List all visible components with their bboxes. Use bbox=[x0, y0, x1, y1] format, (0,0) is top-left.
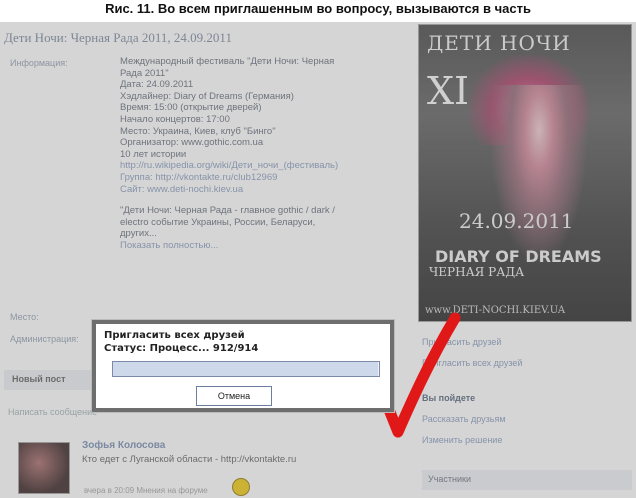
admins-label: Администрация: bbox=[10, 334, 79, 344]
wall-tab-bar: Новый пост bbox=[4, 370, 94, 390]
quote-line: electro событие Украины, России, Беларус… bbox=[120, 216, 316, 228]
place-label: Место: bbox=[10, 312, 39, 322]
dialog-title: Пригласить всех друзей bbox=[104, 330, 245, 341]
poster-number: XI bbox=[427, 69, 470, 113]
description-line: Дата: 24.09.2011 bbox=[120, 79, 194, 91]
post-meta: вчера в 20:09 Мнения на форуме bbox=[84, 486, 208, 495]
description-line: Место: Украина, Киев, клуб "Бинго" bbox=[120, 125, 276, 137]
side-actions: Пригласить друзей Пригласить всех друзей… bbox=[422, 332, 632, 451]
poster-subtitle: ЧЕРНАЯ РАДА bbox=[429, 265, 525, 279]
smiley-icon bbox=[232, 478, 250, 496]
members-box[interactable]: Участники bbox=[422, 470, 632, 490]
description-line: Рада 2011" bbox=[120, 67, 169, 79]
invite-all-link[interactable]: Пригласить всех друзей bbox=[422, 353, 632, 374]
site-link[interactable]: Сайт: www.deti-nochi.kiev.ua bbox=[120, 184, 400, 196]
tell-friends-link[interactable]: Рассказать друзьям bbox=[422, 409, 632, 430]
quote-line: других... bbox=[120, 228, 157, 240]
dialog-status: Статус: Процесс... 912/914 bbox=[104, 343, 259, 354]
poster-title: ДЕТИ НОЧИ bbox=[427, 31, 571, 55]
wall-post: Зофья Колосова Кто едет с Луганской обла… bbox=[0, 432, 410, 498]
event-description: Международный фестиваль "Дети Ночи: Черн… bbox=[120, 56, 400, 252]
wall-tab[interactable]: Новый пост bbox=[12, 374, 65, 384]
page-caption: Rис. 11. Во всем приглашенным во вопросу… bbox=[0, 0, 636, 22]
post-author[interactable]: Зофья Колосова bbox=[82, 440, 165, 451]
invite-friends-link[interactable]: Пригласить друзей bbox=[422, 332, 632, 353]
cancel-button[interactable]: Отмена bbox=[196, 386, 272, 406]
group-link[interactable]: Группа: http://vkontakte.ru/club12969 bbox=[120, 172, 400, 184]
description-line: Время: 15:00 (открытие дверей) bbox=[120, 102, 262, 114]
poster-figure bbox=[489, 85, 589, 265]
event-poster[interactable]: ДЕТИ НОЧИ XI 24.09.2011 DIARY OF DREAMS … bbox=[418, 24, 632, 322]
progress-fill bbox=[113, 362, 379, 376]
invite-all-dialog: Пригласить всех друзей Статус: Процесс..… bbox=[92, 320, 394, 412]
wiki-link[interactable]: http://ru.wikipedia.org/wiki/Дети_ночи_(… bbox=[120, 160, 400, 172]
wall-write-link[interactable]: Написать сообщение bbox=[8, 407, 97, 417]
avatar[interactable] bbox=[18, 442, 70, 494]
description-line: Организатор: www.gothic.com.ua bbox=[120, 137, 264, 149]
quote-line: "Дети Ночи: Черная Рада - главное gothic… bbox=[120, 205, 335, 217]
attendance-header: Вы пойдете bbox=[422, 393, 476, 403]
poster-date: 24.09.2011 bbox=[459, 209, 574, 233]
description-line: Международный фестиваль "Дети Ночи: Черн… bbox=[120, 56, 335, 67]
event-title: Дети Ночи: Черная Рада 2011, 24.09.2011 bbox=[4, 30, 232, 45]
post-message: Кто едет с Луганской области - http://vk… bbox=[82, 454, 297, 465]
description-line: 10 лет истории bbox=[120, 148, 187, 160]
event-page: Дети Ночи: Черная Рада 2011, 24.09.2011 … bbox=[0, 22, 636, 498]
show-more-link[interactable]: Показать полностью... bbox=[120, 240, 400, 252]
change-decision-link[interactable]: Изменить решение bbox=[422, 430, 632, 451]
poster-headliner: DIARY OF DREAMS bbox=[435, 247, 602, 266]
description-line: Начало концертов: 17:00 bbox=[120, 113, 230, 125]
description-line: Хэдлайнер: Diary of Dreams (Германия) bbox=[120, 90, 294, 102]
poster-url: www.DETI-NOCHI.KIEV.UA bbox=[425, 305, 566, 316]
invite-progress-bar bbox=[112, 361, 380, 377]
info-label: Информация: bbox=[10, 58, 68, 68]
